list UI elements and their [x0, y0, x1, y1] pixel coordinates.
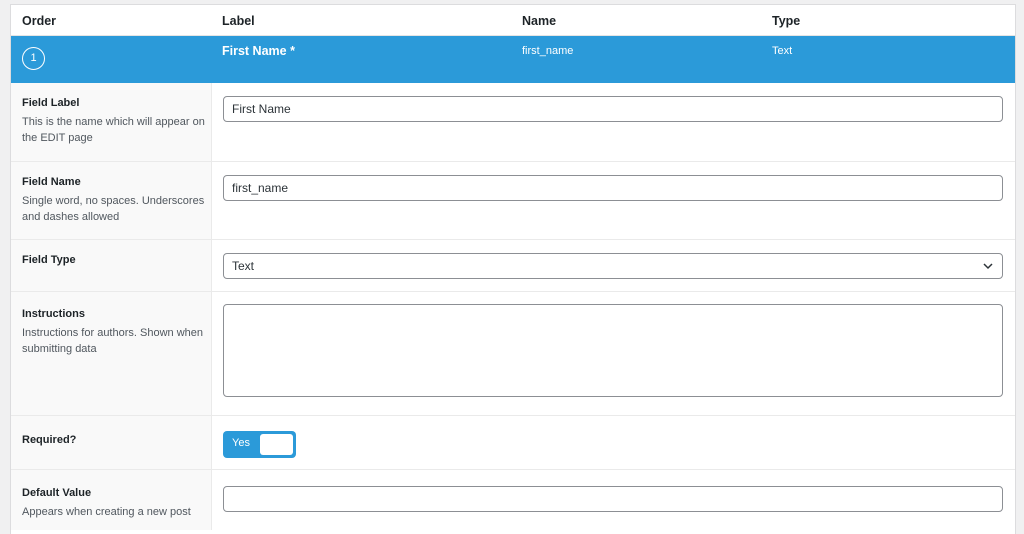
setting-description: Single word, no spaces. Underscores and … [22, 195, 205, 223]
setting-field-label: Field Label This is the name which will … [11, 83, 1015, 162]
column-header-name: Name [522, 14, 557, 28]
instructions-textarea[interactable] [223, 304, 1003, 397]
setting-title: Field Name [22, 176, 81, 188]
setting-description: Instructions for authors. Shown when sub… [22, 327, 203, 355]
setting-instructions: Instructions Instructions for authors. S… [11, 292, 1015, 416]
field-name-input[interactable]: first_name [223, 175, 1003, 201]
order-handle[interactable]: 1 [22, 47, 45, 70]
field-row-label[interactable]: First Name * [222, 44, 295, 58]
setting-title: Field Label [22, 97, 80, 109]
table-header: Order Label Name Type [11, 5, 1015, 36]
field-type-select[interactable]: Text [223, 253, 1003, 279]
toggle-label: Yes [232, 437, 250, 449]
setting-field-type: Field Type Text [11, 240, 1015, 292]
setting-title: Instructions [22, 308, 85, 320]
setting-default-value: Default Value Appears when creating a ne… [11, 470, 1015, 530]
column-header-order: Order [22, 14, 57, 28]
field-row-first-name[interactable]: 1 First Name * first_name Text [11, 36, 1015, 83]
column-header-label: Label [222, 14, 255, 28]
setting-title: Field Type [22, 254, 76, 266]
field-row-name: first_name [522, 45, 574, 57]
setting-required: Required? Yes [11, 416, 1015, 470]
setting-description: Appears when creating a new post [22, 506, 191, 518]
chevron-down-icon [983, 263, 993, 270]
field-editor-panel: Order Label Name Type 1 First Name * fir… [10, 4, 1016, 534]
field-label-input[interactable]: First Name [223, 96, 1003, 122]
default-value-input[interactable] [223, 486, 1003, 512]
toggle-knob [260, 434, 293, 455]
field-row-type: Text [772, 45, 793, 57]
required-toggle[interactable]: Yes [223, 431, 296, 458]
column-header-type: Type [772, 14, 801, 28]
setting-description: This is the name which will appear on th… [22, 116, 205, 144]
setting-field-name: Field Name Single word, no spaces. Under… [11, 162, 1015, 240]
field-type-selected: Text [232, 259, 255, 273]
setting-title: Required? [22, 434, 77, 446]
setting-title: Default Value [22, 487, 92, 499]
